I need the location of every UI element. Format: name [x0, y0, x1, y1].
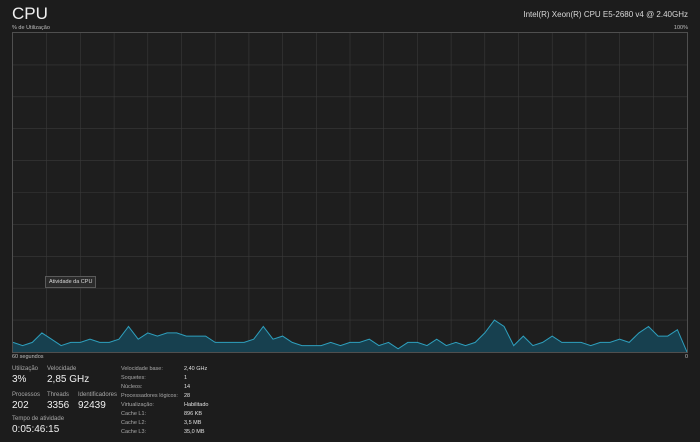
- y-axis-min: 0: [684, 354, 688, 360]
- y-axis-label: % de Utilização: [12, 25, 50, 31]
- stat-value: 92439: [78, 400, 106, 411]
- stat-threads: Threads 3356: [47, 392, 69, 411]
- stat-value: 202: [12, 400, 29, 411]
- detail-value: 1: [184, 375, 188, 381]
- stat-value: 0:05:46:15: [12, 424, 60, 435]
- stat-label: Tempo de atividade: [12, 416, 65, 422]
- detail-value: 3,5 MB: [184, 420, 202, 426]
- stat-label: Threads: [47, 392, 70, 398]
- detail-key: Processadores lógicos:: [121, 393, 178, 399]
- detail-key: Soquetes:: [121, 375, 146, 381]
- cpu-utilization-graph[interactable]: Atividade da CPU: [12, 32, 688, 353]
- detail-value: 28: [184, 393, 191, 399]
- detail-key: Núcleos:: [121, 384, 143, 390]
- detail-key: Cache L2:: [121, 420, 147, 426]
- stat-label: Identificadores: [78, 392, 118, 398]
- stat-value: 2,85 GHz: [47, 374, 90, 385]
- stat-handles: Identificadores 92439: [78, 392, 117, 411]
- cpu-chart-svg: [13, 33, 687, 352]
- stat-value: 3%: [12, 374, 27, 385]
- stat-processes: Processos 202: [12, 392, 40, 411]
- stat-utilization: Utilização 3%: [12, 366, 38, 385]
- cpu-model-name: Intel(R) Xeon(R) CPU E5-2680 v4 @ 2.40GH…: [523, 10, 688, 19]
- detail-value: Habilitado: [184, 402, 209, 408]
- stat-value: 3356: [47, 400, 70, 411]
- stat-speed: Velocidade 2,85 GHz: [47, 366, 89, 385]
- stat-label: Processos: [12, 392, 41, 398]
- x-axis-label: 60 segundos: [12, 354, 44, 360]
- detail-value: 896 KB: [184, 411, 203, 417]
- page-title: CPU: [12, 4, 48, 23]
- detail-key: Cache L3:: [121, 429, 147, 435]
- stat-label: Velocidade: [47, 366, 77, 372]
- detail-key: Cache L1:: [121, 411, 147, 417]
- cpu-activity-tooltip: Atividade da CPU: [45, 276, 97, 288]
- y-axis-max: 100%: [673, 25, 688, 31]
- detail-value: 2,40 GHz: [184, 366, 208, 372]
- stat-uptime: Tempo de atividade 0:05:46:15: [12, 416, 64, 435]
- stat-label: Utilização: [12, 366, 39, 372]
- detail-key: Virtualização:: [121, 402, 154, 408]
- detail-key: Velocidade base:: [121, 366, 163, 372]
- detail-value: 14: [184, 384, 191, 390]
- detail-value: 35,0 MB: [184, 429, 205, 435]
